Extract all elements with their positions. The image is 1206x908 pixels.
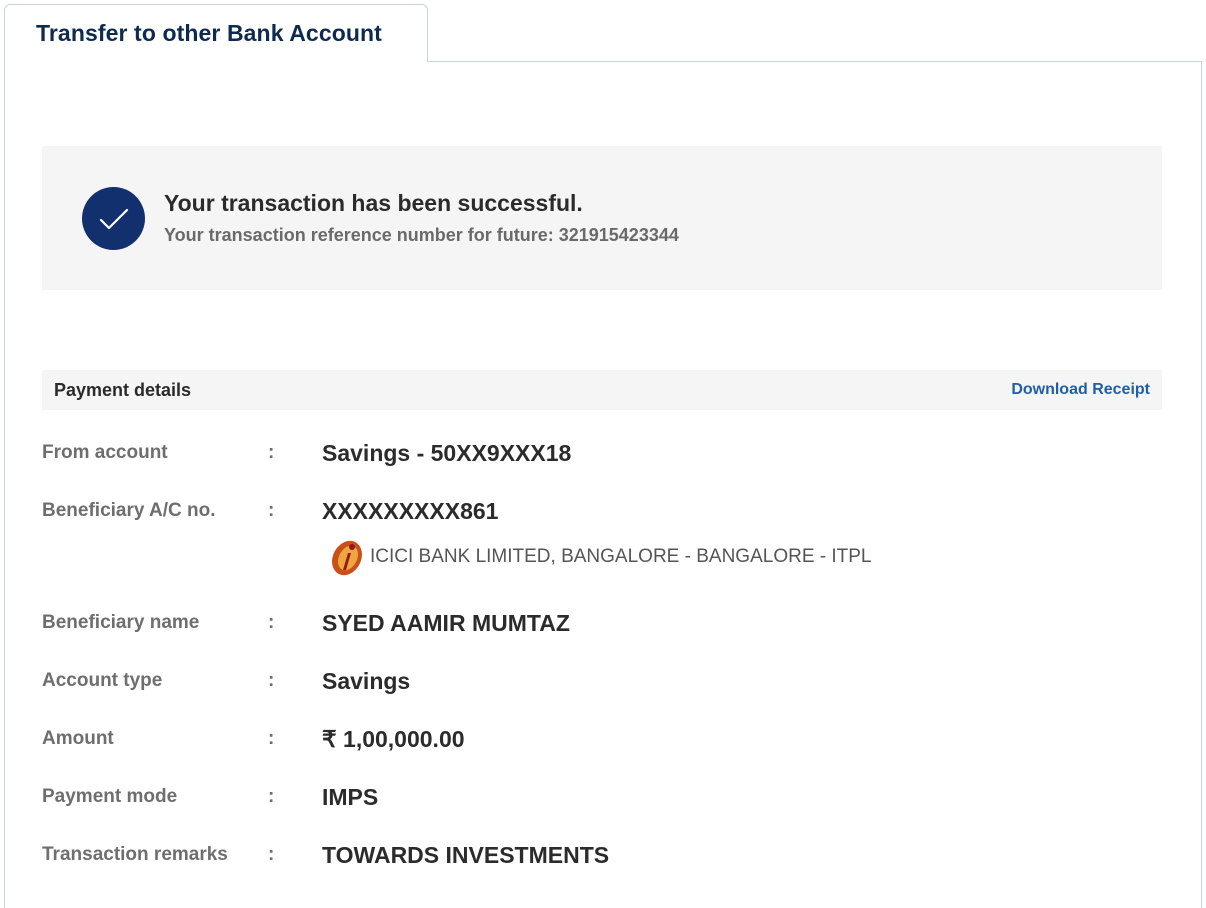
detail-separator: : bbox=[268, 844, 275, 865]
detail-label: From account bbox=[42, 442, 168, 463]
detail-value: TOWARDS INVESTMENTS bbox=[322, 842, 610, 868]
detail-label: Beneficiary name bbox=[42, 612, 200, 633]
detail-label: Amount bbox=[42, 728, 114, 749]
detail-row-beneficiary-name: Beneficiary name : SYED AAMIR MUMTAZ bbox=[42, 610, 1142, 642]
checkmark-icon bbox=[82, 187, 145, 250]
detail-separator: : bbox=[268, 500, 275, 521]
detail-row-beneficiary-account: Beneficiary A/C no. : XXXXXXXXX861 bbox=[42, 498, 1142, 530]
download-receipt-link[interactable]: Download Receipt bbox=[1011, 381, 1150, 399]
detail-separator: : bbox=[268, 728, 275, 749]
detail-value: SYED AAMIR MUMTAZ bbox=[322, 610, 570, 636]
detail-value: XXXXXXXXX861 bbox=[322, 498, 499, 524]
success-message: Your transaction has been successful. bbox=[164, 190, 583, 216]
detail-separator: : bbox=[268, 442, 275, 463]
detail-separator: : bbox=[268, 786, 275, 807]
detail-separator: : bbox=[268, 670, 275, 691]
payment-details-title: Payment details bbox=[54, 379, 192, 400]
beneficiary-bank: ICICI BANK LIMITED, BANGALORE - BANGALOR… bbox=[326, 536, 872, 578]
detail-label: Payment mode bbox=[42, 786, 178, 807]
detail-row-transaction-remarks: Transaction remarks : TOWARDS INVESTMENT… bbox=[42, 842, 1142, 874]
detail-label: Transaction remarks bbox=[42, 844, 228, 865]
detail-value: ₹ 1,00,000.00 bbox=[322, 726, 465, 752]
detail-row-from-account: From account : Savings - 50XX9XXX18 bbox=[42, 440, 1142, 472]
tab-transfer-other-bank[interactable]: Transfer to other Bank Account bbox=[4, 4, 428, 62]
detail-separator: : bbox=[268, 612, 275, 633]
bank-name: ICICI BANK LIMITED, BANGALORE - BANGALOR… bbox=[370, 546, 872, 567]
transaction-reference: Your transaction reference number for fu… bbox=[164, 225, 679, 245]
icici-bank-logo bbox=[326, 536, 368, 578]
detail-label: Beneficiary A/C no. bbox=[42, 500, 216, 521]
detail-label: Account type bbox=[42, 670, 163, 691]
success-banner: Your transaction has been successful. Yo… bbox=[42, 146, 1162, 290]
detail-value: Savings bbox=[322, 668, 411, 694]
detail-row-amount: Amount : ₹ 1,00,000.00 bbox=[42, 726, 1142, 758]
detail-value: IMPS bbox=[322, 784, 379, 810]
payment-details-header: Payment details Download Receipt bbox=[42, 370, 1162, 410]
detail-value: Savings - 50XX9XXX18 bbox=[322, 440, 572, 466]
tab-label: Transfer to other Bank Account bbox=[36, 20, 382, 46]
detail-row-payment-mode: Payment mode : IMPS bbox=[42, 784, 1142, 816]
detail-row-account-type: Account type : Savings bbox=[42, 668, 1142, 700]
